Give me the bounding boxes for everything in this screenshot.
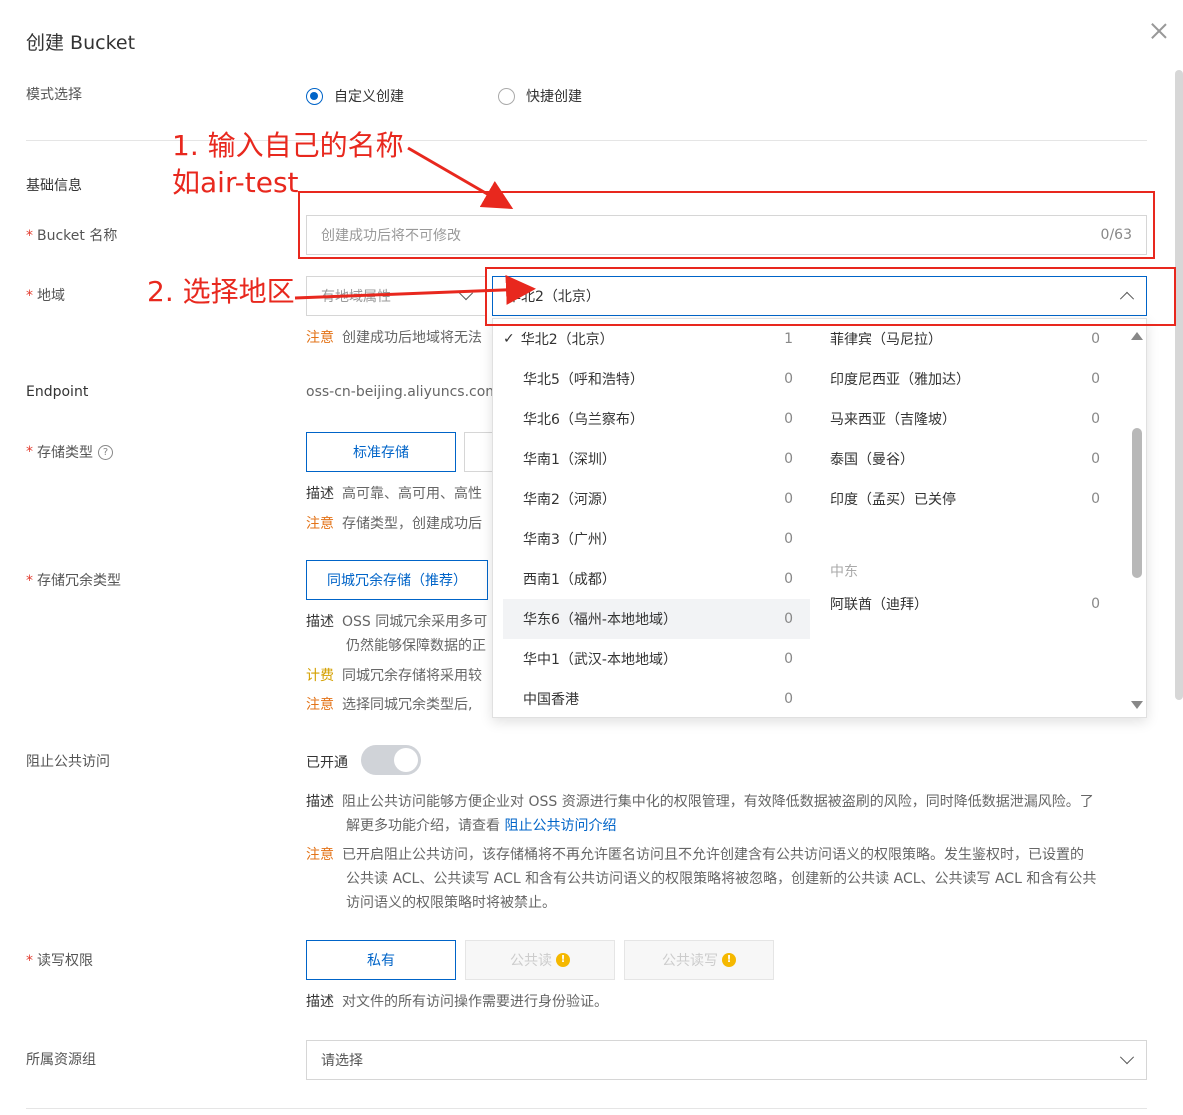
arrow-to-region-select [294,274,536,305]
arrow-to-name-input [407,146,514,210]
annotation-arrows [294,146,536,305]
